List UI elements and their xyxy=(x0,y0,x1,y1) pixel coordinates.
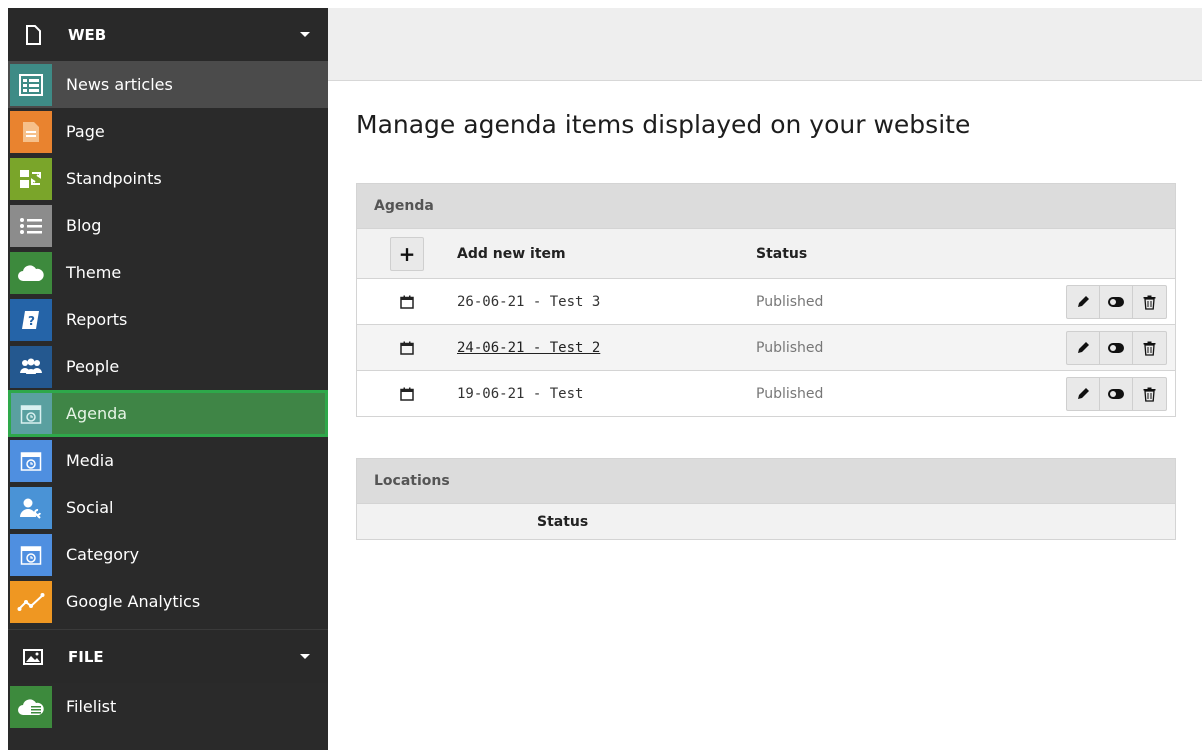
web-section-header[interactable]: WEB xyxy=(8,8,328,61)
sidebar-item-label: Filelist xyxy=(66,697,117,716)
add-new-item-button[interactable]: + xyxy=(390,236,424,271)
sidebar-item-media[interactable]: Media xyxy=(8,437,328,484)
agenda-item-title-link[interactable]: 24-06-21 - Test 2 xyxy=(457,340,600,356)
column-header-title[interactable]: Add new item xyxy=(457,246,756,262)
agenda-panel: Agenda + Add new item Status 26-06-21 - … xyxy=(356,183,1176,417)
table-row: 26-06-21 - Test 3 Published xyxy=(357,278,1175,324)
trash-icon[interactable] xyxy=(1133,332,1166,364)
sidebar-item-social[interactable]: Social xyxy=(8,484,328,531)
sidebar-item-category[interactable]: Category xyxy=(8,531,328,578)
sidebar-item-blog[interactable]: Blog xyxy=(8,202,328,249)
sidebar: WEB News articles Page Standpoints Blog … xyxy=(8,8,328,750)
toggle-icon[interactable] xyxy=(1100,332,1133,364)
sidebar-item-label: News articles xyxy=(66,75,173,94)
bulleted-list-icon xyxy=(10,204,52,247)
chevron-down-icon[interactable] xyxy=(300,654,310,659)
sidebar-item-google-analytics[interactable]: Google Analytics xyxy=(8,578,328,625)
svg-text:?: ? xyxy=(28,314,35,328)
sidebar-item-label: Agenda xyxy=(66,404,128,423)
report-icon: ? xyxy=(10,298,52,341)
sidebar-item-label: Social xyxy=(66,498,114,517)
agenda-item-title[interactable]: 26-06-21 - Test 3 xyxy=(457,294,756,310)
toggle-icon[interactable] xyxy=(1100,286,1133,318)
list-table-icon xyxy=(10,63,52,106)
document-icon xyxy=(22,24,44,46)
sidebar-item-reports[interactable]: ? Reports xyxy=(8,296,328,343)
sidebar-item-agenda[interactable]: Agenda xyxy=(8,390,328,437)
column-header-status: Status xyxy=(537,513,589,530)
sidebar-item-standpoints[interactable]: Standpoints xyxy=(8,155,328,202)
web-section-label: WEB xyxy=(68,25,107,44)
cloud-icon xyxy=(10,251,52,294)
sidebar-item-label: Blog xyxy=(66,216,102,235)
file-section-header[interactable]: FILE xyxy=(8,630,328,683)
locations-panel: Locations Status xyxy=(356,458,1176,540)
sidebar-item-page[interactable]: Page xyxy=(8,108,328,155)
table-header-row: Status xyxy=(357,503,1175,539)
table-row: 24-06-21 - Test 2 Published xyxy=(357,324,1175,370)
sidebar-item-theme[interactable]: Theme xyxy=(8,249,328,296)
swap-icon xyxy=(10,157,52,200)
sidebar-item-label: People xyxy=(66,357,120,376)
row-actions xyxy=(1066,285,1167,319)
calendar-icon xyxy=(357,341,457,355)
sidebar-item-label: Theme xyxy=(66,263,122,282)
people-icon xyxy=(10,345,52,388)
table-row: 19-06-21 - Test Published xyxy=(357,370,1175,416)
edit-pencil-icon[interactable] xyxy=(1067,332,1100,364)
image-icon xyxy=(22,646,44,668)
row-actions xyxy=(1066,331,1167,365)
panel-heading: Locations xyxy=(357,459,1175,503)
sidebar-item-people[interactable]: People xyxy=(8,343,328,390)
page-icon xyxy=(10,110,52,153)
sidebar-item-label: Media xyxy=(66,451,115,470)
sidebar-item-label: Google Analytics xyxy=(66,592,201,611)
cloud-list-icon xyxy=(10,685,52,728)
user-wrench-icon xyxy=(10,486,52,529)
trash-icon[interactable] xyxy=(1133,286,1166,318)
top-toolbar xyxy=(328,8,1202,81)
sidebar-item-label: Page xyxy=(66,122,105,141)
agenda-item-title[interactable]: 19-06-21 - Test xyxy=(457,386,756,402)
calendar-icon xyxy=(357,387,457,401)
sidebar-item-label: Reports xyxy=(66,310,128,329)
sidebar-item-filelist[interactable]: Filelist xyxy=(8,683,328,730)
analytics-line-icon xyxy=(10,580,52,623)
calendar-clock-icon xyxy=(10,392,52,435)
panel-heading: Agenda xyxy=(357,184,1175,228)
trash-icon[interactable] xyxy=(1133,378,1166,410)
sidebar-item-label: Category xyxy=(66,545,140,564)
table-header-row: + Add new item Status xyxy=(357,228,1175,278)
column-header-status: Status xyxy=(756,245,808,262)
edit-pencil-icon[interactable] xyxy=(1067,286,1100,318)
chevron-down-icon[interactable] xyxy=(300,32,310,37)
page-title: Manage agenda items displayed on your we… xyxy=(356,110,971,139)
toggle-icon[interactable] xyxy=(1100,378,1133,410)
sidebar-item-label: Standpoints xyxy=(66,169,162,188)
calendar-clock-icon xyxy=(10,439,52,482)
edit-pencil-icon[interactable] xyxy=(1067,378,1100,410)
sidebar-item-news-articles[interactable]: News articles xyxy=(8,61,328,108)
calendar-icon xyxy=(357,295,457,309)
row-actions xyxy=(1066,377,1167,411)
calendar-clock-icon xyxy=(10,533,52,576)
file-section-label: FILE xyxy=(68,647,104,666)
